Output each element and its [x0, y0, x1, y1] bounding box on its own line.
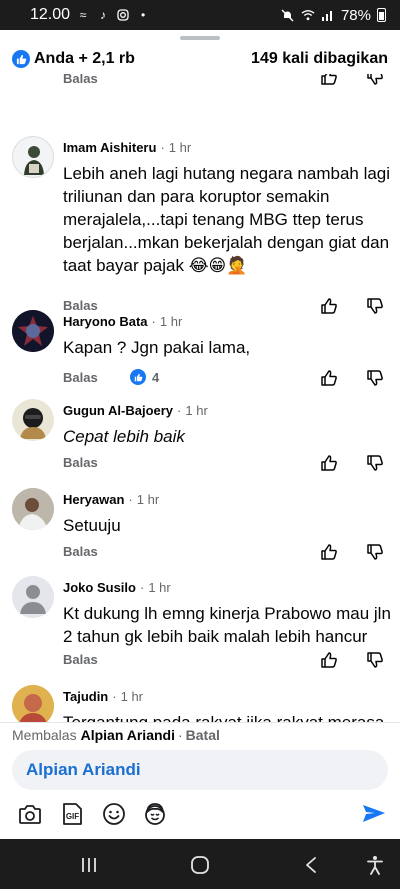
thumbs-up-icon[interactable] — [320, 74, 338, 91]
signal-icon — [321, 8, 335, 22]
avatar[interactable] — [12, 576, 54, 618]
back-icon[interactable] — [298, 852, 324, 878]
comment-header: Joko Susilo · 1 hr — [63, 580, 171, 595]
status-left: 12.00 ≈ ♪ • — [30, 6, 150, 24]
comment-actions: Balas 4 — [0, 369, 400, 390]
comment-item: Gugun Al-Bajoery · 1 hr Cepat lebih baik B… — [0, 399, 400, 479]
thumbs-up-icon[interactable] — [320, 369, 338, 387]
comment-item: Haryono Bata · 1 hr Kapan ? Jgn pakai lama… — [0, 310, 400, 390]
previous-comment-actions: Balas — [0, 74, 400, 94]
reply-input[interactable]: Alpian Ariandi — [12, 750, 388, 790]
clock: 12.00 — [30, 6, 71, 23]
separator-dot: · — [177, 726, 183, 743]
gif-icon[interactable]: GIF — [58, 800, 86, 828]
comment-time: 1 hr — [159, 314, 183, 329]
wifi-icon — [301, 8, 315, 22]
thumbs-down-icon[interactable] — [366, 74, 384, 91]
comment-text: Kapan ? Jgn pakai lama, — [63, 338, 251, 357]
comments-sheet: Anda + 2,1 rb 149 kali dibagikan Balas I… — [0, 30, 400, 839]
thumbs-down-icon[interactable] — [366, 454, 384, 472]
avatar[interactable] — [12, 685, 54, 722]
tiktok-icon: ♪ — [100, 8, 107, 22]
battery-percent: 78% — [340, 6, 371, 24]
comment-item: Imam Aishiteru · 1 hr Lebih aneh lagi huta… — [0, 136, 400, 314]
like-reaction-icon — [130, 369, 146, 385]
author-name[interactable]: Imam Aishiteru — [63, 140, 156, 155]
comment-text: Cepat lebih baik — [63, 427, 185, 446]
reply-button[interactable]: Balas — [63, 74, 98, 86]
thumbs-up-icon[interactable] — [320, 543, 338, 561]
author-name[interactable]: Joko Susilo — [63, 580, 136, 595]
wavy-notification-icon: ≈ — [79, 8, 87, 22]
comment-text: Tergantung pada rakyat jika rakyat meras… — [63, 711, 393, 722]
status-bar: 12.00 ≈ ♪ • 78% — [0, 0, 400, 30]
comment-actions: Balas — [0, 544, 400, 564]
instagram-icon — [116, 8, 130, 22]
comment-time: 1 hr — [148, 580, 171, 595]
shares-count[interactable]: 149 kali dibagikan — [251, 50, 388, 68]
comment-text: Lebih aneh lagi hutang negara nambah lag… — [63, 164, 391, 275]
thumbs-down-icon[interactable] — [366, 369, 384, 387]
reply-input-value: Alpian Ariandi — [26, 760, 141, 779]
battery-icon — [377, 8, 386, 22]
emoji-icon[interactable] — [100, 800, 128, 828]
thumbs-down-icon[interactable] — [366, 543, 384, 561]
cancel-reply-button[interactable]: Batal — [186, 727, 220, 743]
thumbs-up-icon[interactable] — [320, 454, 338, 472]
avatar[interactable] — [12, 488, 54, 530]
send-icon[interactable] — [360, 800, 388, 828]
avatar[interactable] — [12, 399, 54, 441]
author-name[interactable]: Haryono Bata — [63, 314, 148, 329]
camera-icon[interactable] — [16, 800, 44, 828]
reaction-count: 4 — [152, 369, 160, 385]
comment-list[interactable]: Balas Imam Aishiteru · 1 hr Lebih aneh lag… — [0, 74, 400, 722]
comment-header: Tajudin · 1 hr — [63, 689, 144, 704]
comment-item: Joko Susilo · 1 hr Kt dukung lh emng kiner… — [0, 576, 400, 676]
avatar-sticker-icon[interactable] — [141, 800, 169, 828]
dot-icon: • — [140, 8, 146, 22]
author-name[interactable]: Gugun Al-Bajoery — [63, 403, 173, 418]
replying-to-bar: Membalas Alpian Ariandi · Batal — [0, 722, 400, 746]
reply-button[interactable]: Balas — [63, 455, 98, 470]
comment-actions: Balas — [0, 652, 400, 672]
comment-reactions[interactable]: 4 — [130, 369, 159, 385]
comment-header: Imam Aishiteru · 1 hr — [63, 140, 192, 155]
reactions-count[interactable]: Anda + 2,1 rb — [34, 50, 135, 68]
avatar[interactable] — [12, 136, 54, 178]
svg-text:GIF: GIF — [66, 812, 79, 821]
comment-text: Setuuju — [63, 516, 121, 535]
comment-header: Gugun Al-Bajoery · 1 hr — [63, 403, 208, 418]
author-name[interactable]: Heryawan — [63, 492, 124, 507]
comment-actions: Balas — [0, 455, 400, 475]
reply-button[interactable]: Balas — [63, 370, 98, 385]
recent-apps-icon[interactable] — [76, 852, 102, 878]
reply-button[interactable]: Balas — [63, 544, 98, 559]
replying-prefix: Membalas — [12, 726, 77, 743]
comment-time: 1 hr — [120, 689, 144, 704]
thumbs-down-icon[interactable] — [366, 651, 384, 669]
mute-icon — [281, 8, 295, 22]
thumbs-up-icon[interactable] — [320, 651, 338, 669]
comment-item: Heryawan · 1 hr Setuuju Balas — [0, 488, 400, 568]
comment-header: Heryawan · 1 hr — [63, 492, 160, 507]
comment-text: Kt dukung lh emng kinerja Prabowo mau jl… — [63, 604, 391, 646]
post-summary: Anda + 2,1 rb 149 kali dibagikan — [0, 44, 400, 74]
composer-toolbar: GIF — [0, 796, 400, 834]
comment-time: 1 hr — [185, 403, 208, 418]
system-navigation-bar — [0, 839, 400, 889]
home-icon[interactable] — [187, 852, 213, 878]
comment-time: 1 hr — [168, 140, 192, 155]
reply-button[interactable]: Balas — [63, 652, 98, 667]
author-name[interactable]: Tajudin — [63, 689, 108, 704]
status-right: 78% — [281, 7, 386, 24]
comment-time: 1 hr — [136, 492, 160, 507]
comment-header: Haryono Bata · 1 hr — [63, 314, 183, 329]
comment-item: Tajudin·1 hr Tergantung pada rakyat jika… — [0, 685, 400, 722]
like-reaction-icon — [12, 50, 30, 68]
avatar[interactable] — [12, 310, 54, 352]
drag-handle[interactable] — [180, 36, 220, 40]
accessibility-icon[interactable] — [362, 852, 388, 878]
replying-to-name: Alpian Ariandi — [80, 726, 175, 743]
